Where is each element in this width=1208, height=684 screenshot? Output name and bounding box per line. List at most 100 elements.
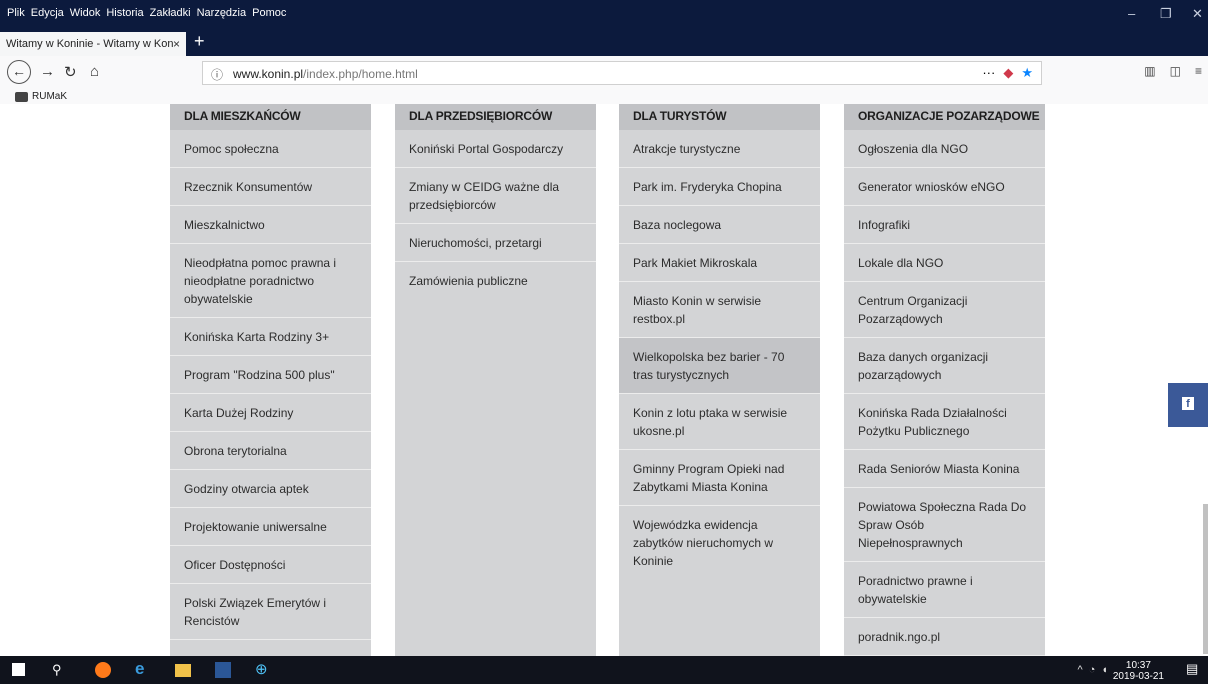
column-heading: DLA TURYSTÓW (619, 104, 820, 130)
list-item[interactable]: Wielkopolska bez barier - 70 tras turyst… (619, 338, 820, 394)
list-item[interactable]: Konin z lotu ptaka w serwisie ukosne.pl (619, 394, 820, 450)
list-item[interactable]: Baza danych organizacji pozarządowych (844, 338, 1045, 394)
system-tray: ^ ◔ ◖ (1078, 664, 1108, 676)
list-item[interactable]: Nieruchomości, przetargi (395, 224, 596, 262)
list-item[interactable]: Atrakcje turystyczne (619, 130, 820, 168)
site-info-icon[interactable]: ⓘ (211, 66, 223, 83)
new-tab-button[interactable]: + (194, 31, 205, 52)
list-item[interactable]: Gminny Program Opieki nad Zabytkami Mias… (619, 450, 820, 506)
close-window-icon[interactable]: ✕ (1192, 6, 1203, 22)
list-item[interactable]: Baza noclegowa (619, 206, 820, 244)
tab-konin[interactable]: Witamy w Koninie - Witamy w Kon × (0, 32, 186, 56)
column-przedsiebiorcy: DLA PRZEDSIĘBIORCÓW Koniński Portal Gosp… (395, 104, 596, 656)
list-item[interactable]: Projektowanie uniwersalne (170, 508, 371, 546)
url-bar[interactable]: ⓘ www.konin.pl/index.php/home.html ··· ◆… (202, 61, 1042, 85)
network-icon[interactable]: ◔ (1089, 664, 1096, 676)
volume-icon[interactable]: ◖ (1101, 664, 1108, 676)
list-item[interactable]: Mieszkalnictwo (170, 206, 371, 244)
word-icon[interactable] (215, 662, 231, 678)
menu-bar: Plik Edycja Widok Historia Zakładki Narz… (0, 0, 1208, 26)
list-item[interactable]: Ogłoszenia dla NGO (844, 130, 1045, 168)
reload-icon[interactable]: ↻ (64, 63, 77, 81)
bookmark-star-icon[interactable]: ★ (1021, 65, 1033, 81)
list-item[interactable]: Wojewódzka ewidencja zabytków nieruchomy… (619, 506, 820, 579)
forward-icon[interactable]: → (40, 63, 55, 80)
menu-zakladki[interactable]: Zakładki (150, 7, 191, 19)
column-turysci: DLA TURYSTÓW Atrakcje turystyczne Park i… (619, 104, 820, 656)
windows-start-icon[interactable] (12, 663, 25, 676)
clock-date: 2019-03-21 (1112, 671, 1164, 682)
menu-historia[interactable]: Historia (106, 7, 143, 19)
edge-icon[interactable]: e (135, 659, 151, 678)
menu-narzedzia[interactable]: Narzędzia (197, 7, 247, 19)
list-item[interactable]: Karta Dużej Rodziny (170, 394, 371, 432)
scrollbar-thumb[interactable] (1203, 504, 1208, 654)
sidebar-icon[interactable]: ◫ (1170, 64, 1181, 78)
taskbar: ⚲ e ⊕ ^ ◔ ◖ 10:37 2019-03-21 ▤ (0, 656, 1208, 684)
list-item[interactable]: Zamówienia publiczne (395, 262, 596, 299)
column-heading: DLA MIESZKAŃCÓW (170, 104, 371, 130)
menu-widok[interactable]: Widok (70, 7, 101, 19)
column-heading: ORGANIZACJE POZARZĄDOWE (844, 104, 1045, 130)
pocket-icon[interactable]: ◆ (1003, 65, 1013, 81)
list-item[interactable]: Poradnictwo prawne i obywatelskie (844, 562, 1045, 618)
nav-bar: ← → ↻ ⌂ ⓘ www.konin.pl/index.php/home.ht… (0, 56, 1208, 91)
list-item[interactable]: Koniński Portal Gospodarczy (395, 130, 596, 168)
url-actions: ··· ◆ ★ (982, 65, 1033, 81)
search-icon[interactable]: ⚲ (52, 662, 68, 678)
page-actions-icon[interactable]: ··· (982, 65, 995, 81)
list-item[interactable]: Zmiany w CEIDG ważne dla przedsiębiorców (395, 168, 596, 224)
page-content: DLA MIESZKAŃCÓW Pomoc społeczna Rzecznik… (0, 104, 1208, 656)
list-item[interactable]: Nieodpłatna pomoc prawna i nieodpłatne p… (170, 244, 371, 318)
list-item[interactable]: Polski Związek Emerytów i Rencistów (170, 584, 371, 640)
list-item[interactable]: Rzecznik Konsumentów (170, 168, 371, 206)
facebook-icon: f (1182, 397, 1194, 410)
list-item[interactable]: Miasto Konin w serwisie restbox.pl (619, 282, 820, 338)
menu-edycja[interactable]: Edycja (31, 7, 64, 19)
firefox-icon[interactable] (95, 662, 111, 678)
bookmark-folder-icon (15, 91, 28, 102)
url-host: www.konin.pl (233, 67, 304, 81)
bookmark-rumak[interactable]: RUMaK (15, 91, 67, 102)
list-item[interactable]: Konińska Karta Rodziny 3+ (170, 318, 371, 356)
list-item[interactable]: poradnik.ngo.pl (844, 618, 1045, 656)
bookmark-label: RUMaK (32, 91, 68, 102)
list-item[interactable]: Powiatowa Społeczna Rada Do Spraw Osób N… (844, 488, 1045, 562)
column-ngo: ORGANIZACJE POZARZĄDOWE Ogłoszenia dla N… (844, 104, 1045, 656)
list-item[interactable]: Oficer Dostępności (170, 546, 371, 584)
clock[interactable]: 10:37 2019-03-21 (1113, 660, 1164, 682)
list-item[interactable]: Pomoc społeczna (170, 130, 371, 168)
menu-list: Plik Edycja Widok Historia Zakładki Narz… (7, 7, 286, 19)
tab-bar: Witamy w Koninie - Witamy w Kon × + (0, 26, 1208, 56)
tab-close-icon[interactable]: × (173, 37, 180, 51)
toolbar-right: ▥ ◫ ≡ (1144, 64, 1202, 78)
list-item[interactable]: Konińska Rada Działalności Pożytku Publi… (844, 394, 1045, 450)
list-item[interactable]: Centrum Organizacji Pozarządowych (844, 282, 1045, 338)
file-explorer-icon[interactable] (175, 664, 191, 677)
list-item[interactable]: Park im. Fryderyka Chopina (619, 168, 820, 206)
column-heading: DLA PRZEDSIĘBIORCÓW (395, 104, 596, 130)
list-item[interactable]: Godziny otwarcia aptek (170, 470, 371, 508)
list-item[interactable]: Infografiki (844, 206, 1045, 244)
tray-chevron-icon[interactable]: ^ (1078, 664, 1083, 676)
url-path: /index.php/home.html (303, 67, 418, 81)
minimize-icon[interactable]: – (1128, 6, 1135, 21)
clock-time: 10:37 (1125, 660, 1151, 671)
menu-pomoc[interactable]: Pomoc (252, 7, 286, 19)
facebook-button[interactable]: f (1168, 383, 1208, 427)
list-item[interactable]: Lokale dla NGO (844, 244, 1045, 282)
list-item[interactable]: Rada Seniorów Miasta Konina (844, 450, 1045, 488)
list-item[interactable]: Obrona terytorialna (170, 432, 371, 470)
notifications-icon[interactable]: ▤ (1186, 661, 1202, 677)
list-item[interactable]: Generator wniosków eNGO (844, 168, 1045, 206)
list-item[interactable]: Program "Rodzina 500 plus" (170, 356, 371, 394)
library-icon[interactable]: ▥ (1144, 64, 1155, 78)
restore-icon[interactable]: ❐ (1160, 6, 1172, 22)
list-item[interactable]: Park Makiet Mikroskala (619, 244, 820, 282)
app-globe-icon[interactable]: ⊕ (255, 660, 271, 678)
home-icon[interactable]: ⌂ (90, 63, 99, 80)
hamburger-menu-icon[interactable]: ≡ (1195, 64, 1202, 78)
back-icon[interactable]: ← (7, 60, 31, 84)
url-text[interactable]: www.konin.pl/index.php/home.html (233, 67, 418, 81)
menu-plik[interactable]: Plik (7, 7, 25, 19)
